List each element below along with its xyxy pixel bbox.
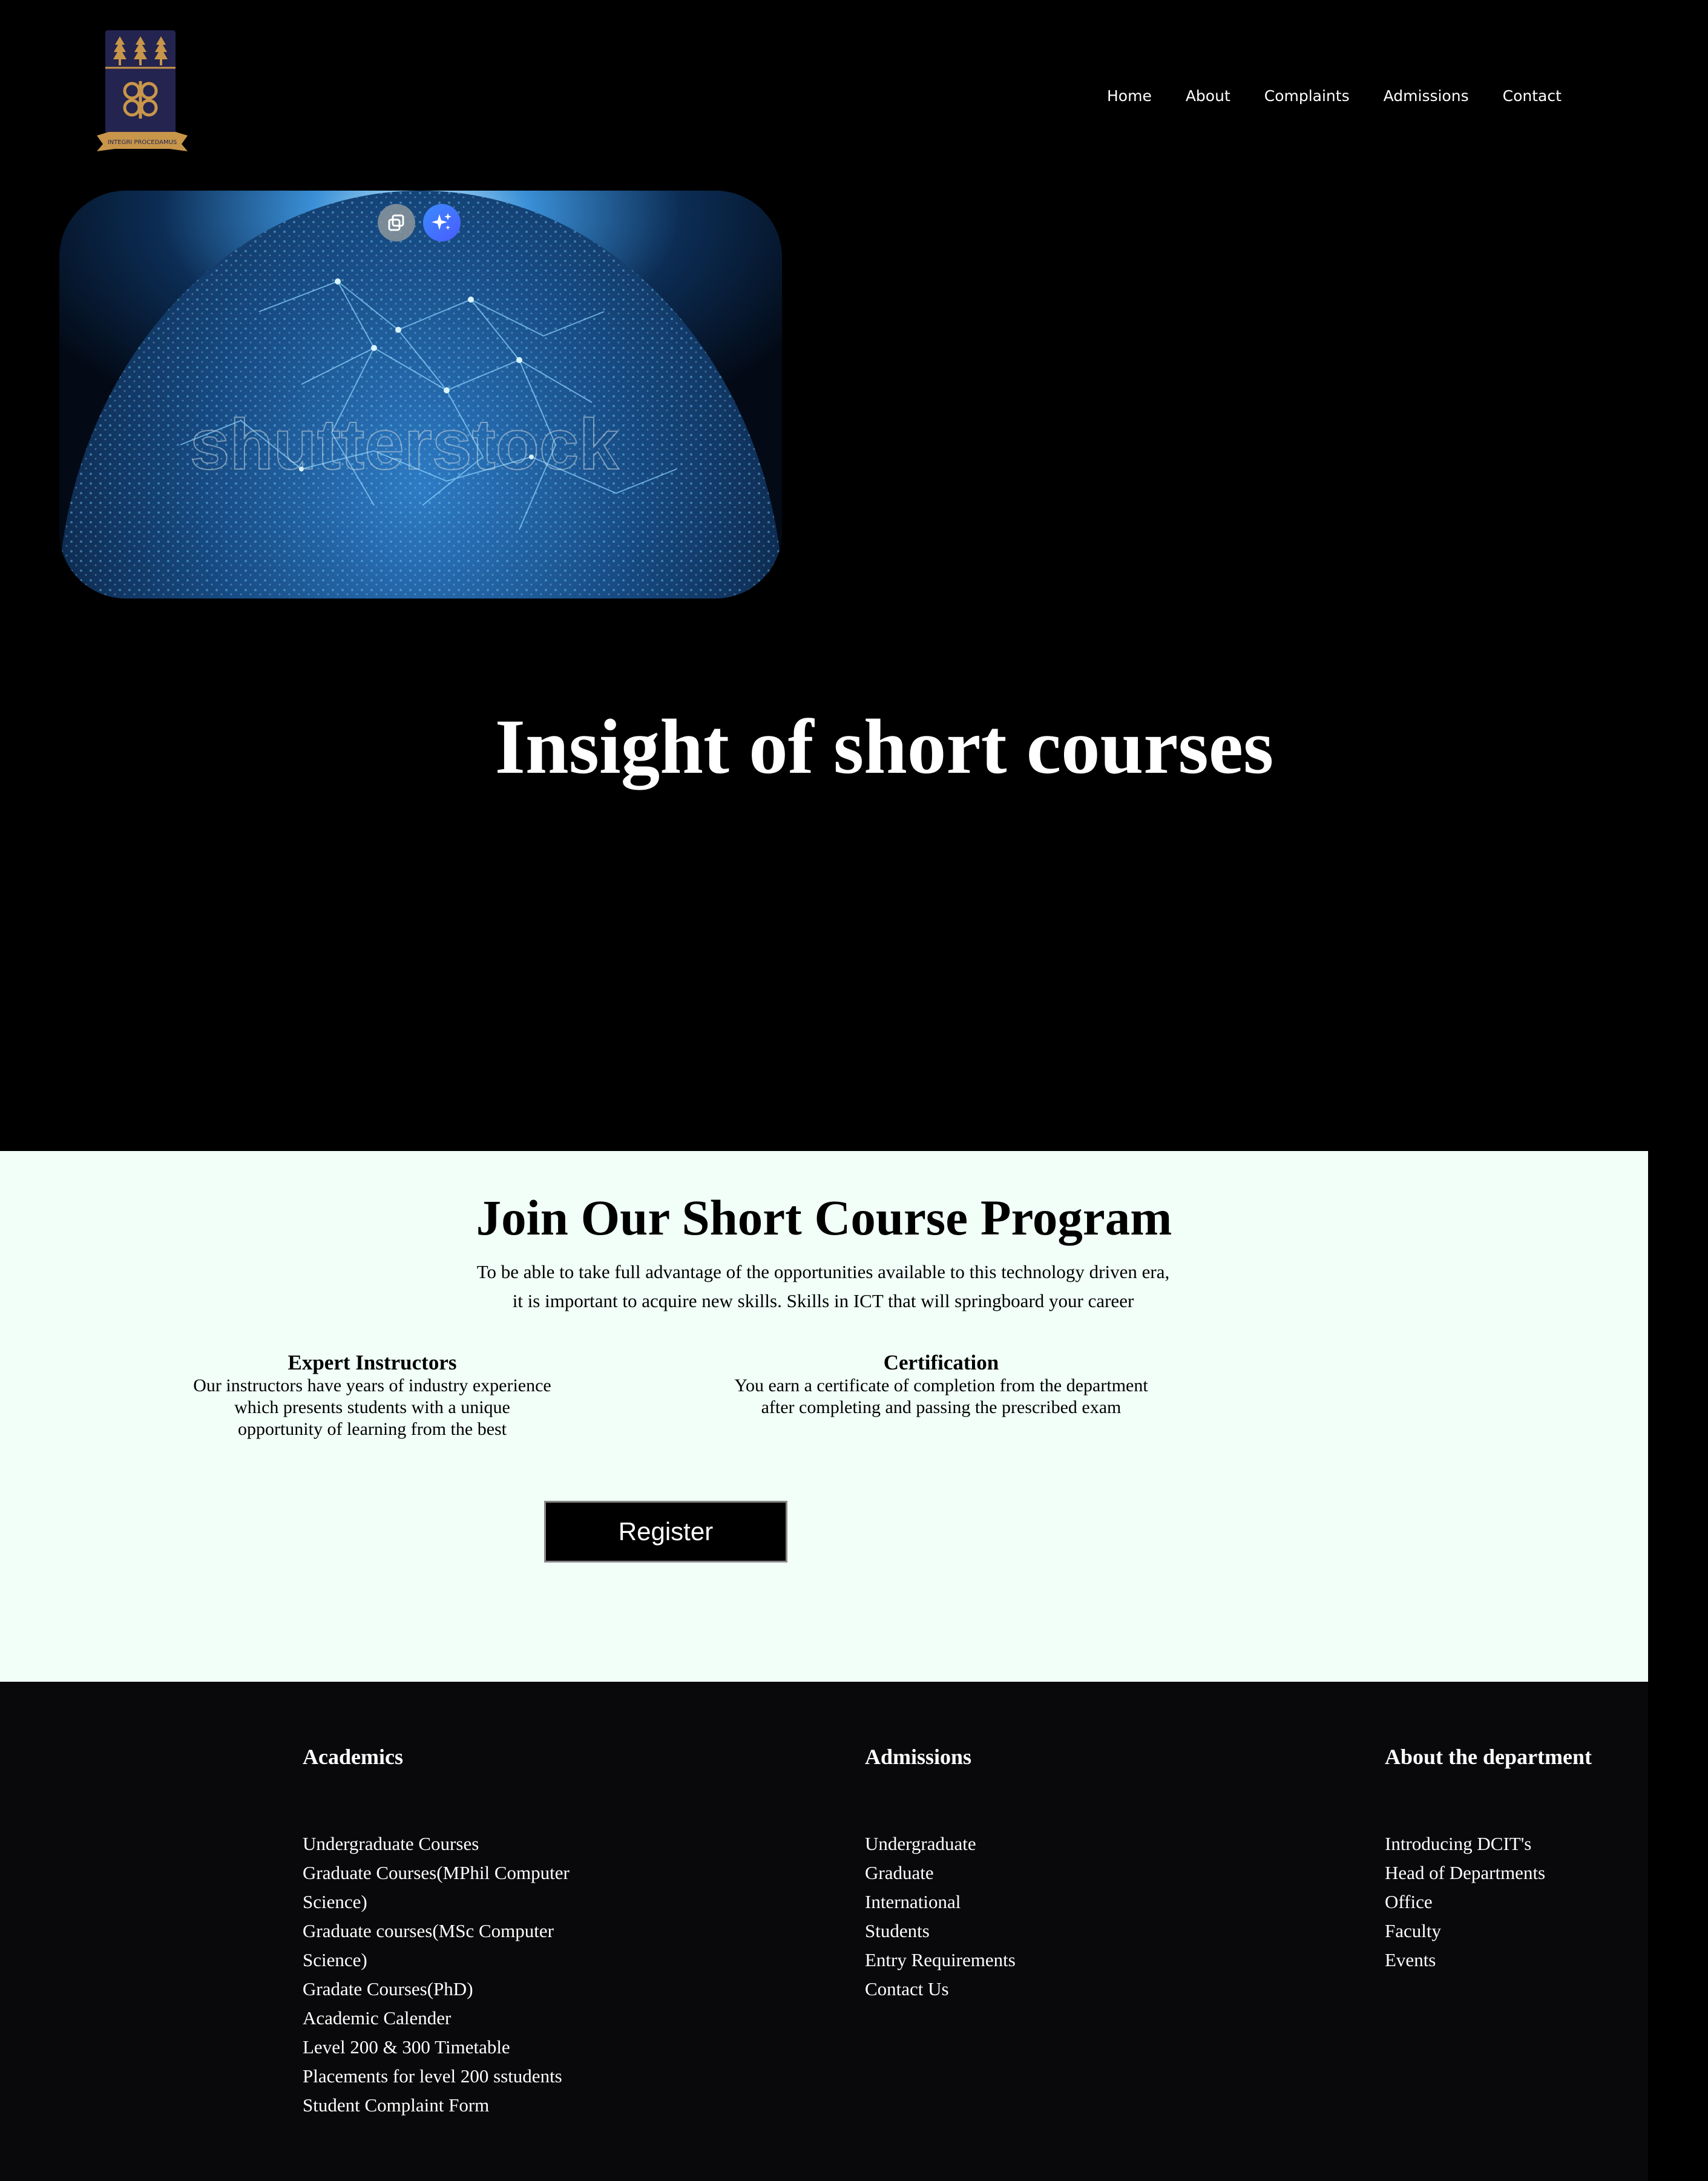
footer-link[interactable]: Graduate Courses(MPhil Computer Science) — [303, 1858, 593, 1917]
nav-admissions[interactable]: Admissions — [1384, 87, 1469, 105]
svg-text:INTEGRI PROCEDAMUS: INTEGRI PROCEDAMUS — [108, 139, 177, 146]
footer-link[interactable]: Level 200 & 300 Timetable — [303, 2033, 593, 2062]
footer-heading: About the department — [1385, 1745, 1592, 1769]
sparkles-icon — [432, 213, 452, 230]
footer-heading: Academics — [303, 1745, 403, 1769]
footer-link[interactable]: Entry Requirements — [865, 1946, 1107, 1975]
feature-text: Our instructors have years of industry e… — [193, 1376, 551, 1439]
feature-certification: Certification You earn a certificate of … — [714, 1351, 1168, 1418]
university-logo[interactable]: INTEGRI PROCEDAMUS — [97, 30, 188, 156]
copy-image-icon — [388, 214, 404, 231]
footer-link[interactable]: Head of Departments — [1385, 1858, 1639, 1887]
footer-link[interactable]: Office — [1385, 1887, 1639, 1917]
feature-text: You earn a certificate of completion fro… — [734, 1376, 1148, 1417]
join-section: Join Our Short Course Program To be able… — [0, 1151, 1648, 1682]
feature-title: Certification — [883, 1351, 999, 1374]
footer-heading: Admissions — [865, 1745, 972, 1769]
footer-link[interactable]: Placements for level 200 sstudents — [303, 2062, 593, 2091]
feature-expert-instructors: Expert Instructors Our instructors have … — [176, 1351, 569, 1440]
copy-image-button[interactable] — [378, 204, 415, 241]
footer-link[interactable]: Undergraduate — [865, 1829, 1107, 1858]
footer-link[interactable]: Academic Calender — [303, 2004, 593, 2033]
footer-link[interactable]: International — [865, 1887, 1107, 1917]
nav-contact[interactable]: Contact — [1503, 87, 1562, 105]
main-nav: Home About Complaints Admissions Contact — [1107, 84, 1562, 108]
nav-complaints[interactable]: Complaints — [1264, 87, 1350, 105]
register-button[interactable]: Register — [544, 1501, 787, 1563]
join-title: Join Our Short Course Program — [476, 1190, 1172, 1245]
footer-link[interactable]: Faculty — [1385, 1917, 1639, 1946]
watermark-text: shutterstock — [190, 405, 619, 485]
footer-link[interactable]: Graduate courses(MSc Computer Science) — [303, 1917, 593, 1975]
footer-academics: Academics Undergraduate Courses Graduate… — [303, 1742, 593, 2120]
hero-title: Insight of short courses — [494, 703, 1274, 790]
footer-link[interactable]: Graduate — [865, 1858, 1107, 1887]
footer-link[interactable]: Events — [1385, 1946, 1639, 1975]
join-description: To be able to take full advantage of the… — [476, 1261, 1170, 1311]
footer-link[interactable]: Undergraduate Courses — [303, 1829, 593, 1858]
nav-home[interactable]: Home — [1107, 87, 1152, 105]
footer-about: About the department Introducing DCIT's … — [1385, 1742, 1639, 1975]
footer-link[interactable]: Students — [865, 1917, 1107, 1946]
page-right-margin — [1648, 1151, 1708, 2181]
feature-title: Expert Instructors — [287, 1351, 457, 1374]
hero-globe-image: shutterstock — [59, 191, 782, 599]
crest-icon: INTEGRI PROCEDAMUS — [97, 30, 188, 151]
footer-link[interactable]: Contact Us — [865, 1975, 1107, 2004]
footer-link[interactable]: Gradate Courses(PhD) — [303, 1975, 593, 2004]
nav-about[interactable]: About — [1186, 87, 1230, 105]
footer-link[interactable]: Introducing DCIT's — [1385, 1829, 1639, 1858]
site-footer: Academics Undergraduate Courses Graduate… — [0, 1682, 1648, 2181]
footer-link[interactable]: Student Complaint Form — [303, 2091, 593, 2120]
ai-magic-button[interactable] — [423, 204, 461, 241]
footer-admissions: Admissions Undergraduate Graduate Intern… — [865, 1742, 1107, 2004]
